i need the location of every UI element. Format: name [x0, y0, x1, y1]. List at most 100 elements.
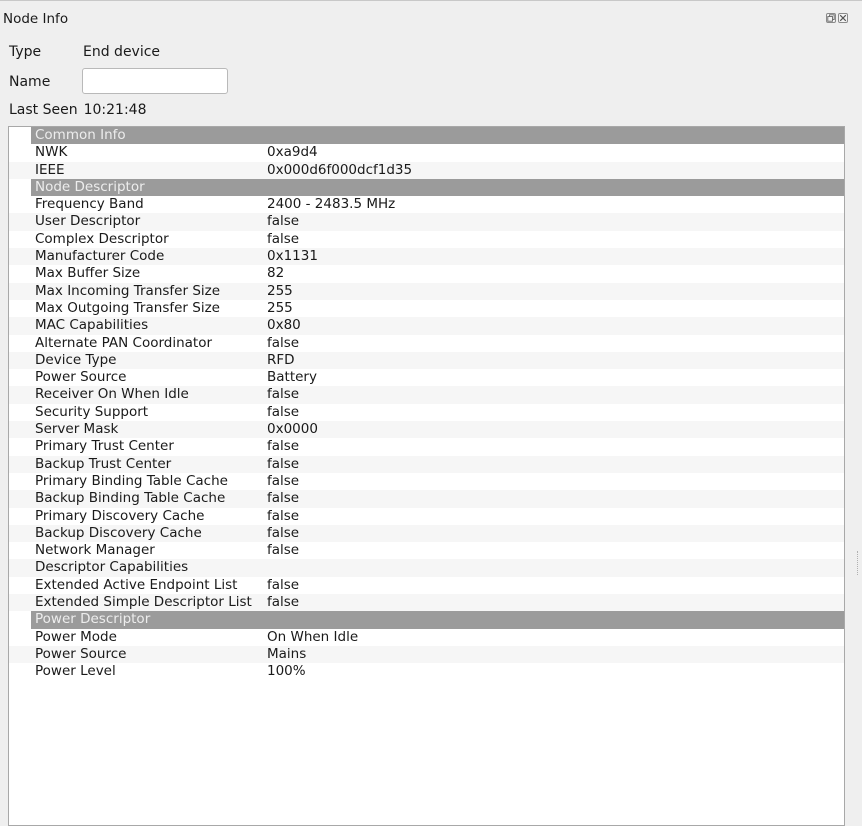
row-value: 0xa9d4	[267, 144, 318, 161]
section-header[interactable]: Node Descriptor	[31, 178, 844, 197]
tree-row[interactable]: Extended Active Endpoint List false	[9, 577, 844, 594]
tree-corner	[14, 129, 27, 142]
row-key: User Descriptor	[35, 213, 141, 230]
section-header[interactable]: Common Info	[31, 127, 844, 145]
tree-row[interactable]: Primary Discovery Cache false	[9, 508, 844, 525]
tree-row[interactable]: Complex Descriptor false	[9, 231, 844, 248]
row-key: Server Mask	[35, 421, 119, 438]
row-value: false	[267, 438, 300, 455]
tree-row[interactable]: IEEE 0x000d6f000dcf1d35	[9, 161, 844, 179]
row-key: Primary Binding Table Cache	[35, 472, 228, 489]
row-key: IEEE	[35, 161, 65, 178]
row-value: 0x0000	[267, 421, 318, 438]
row-value: false	[267, 455, 300, 472]
row-key: Power Level	[35, 663, 116, 680]
tree-row[interactable]: Power Source Battery	[9, 369, 844, 386]
row-value: false	[267, 524, 300, 541]
row-key: Backup Discovery Cache	[35, 524, 202, 541]
row-key: Max Outgoing Transfer Size	[35, 299, 220, 316]
row-key: MAC Capabilities	[35, 317, 149, 334]
tree-row[interactable]: Receiver On When Idle false	[9, 386, 844, 404]
row-key: Max Incoming Transfer Size	[35, 282, 221, 299]
tree-row[interactable]: Manufacturer Code 0x1131	[9, 248, 844, 266]
tree-row[interactable]: Power Source Mains	[9, 645, 844, 664]
row-key: Descriptor Capabilities	[35, 559, 189, 576]
tree-row[interactable]: Extended Simple Descriptor List false	[9, 594, 844, 612]
tree-row[interactable]: Max Incoming Transfer Size 255	[9, 282, 844, 300]
row-key: Max Buffer Size	[35, 265, 141, 282]
row-key: Device Type	[35, 351, 117, 368]
tree-row[interactable]: Frequency Band 2400 - 2483.5 MHz	[9, 196, 844, 213]
tree-row[interactable]: Network Manager false	[9, 542, 844, 559]
row-value: On When Idle	[267, 628, 359, 645]
row-key: Primary Discovery Cache	[35, 507, 205, 524]
splitter-handle[interactable]	[857, 551, 860, 575]
tree-row[interactable]: Backup Discovery Cache false	[9, 524, 844, 543]
row-key: Complex Descriptor	[35, 230, 169, 247]
section-header[interactable]: Power Descriptor	[31, 611, 844, 629]
row-value: false	[267, 542, 300, 559]
row-value: false	[267, 472, 300, 489]
row-key: Power Source	[35, 369, 127, 386]
tree-row[interactable]: Device Type RFD	[9, 351, 844, 370]
tree-row[interactable]: Backup Binding Table Cache false	[9, 490, 844, 508]
tree-row[interactable]: MAC Capabilities 0x80	[9, 317, 844, 335]
row-value: false	[267, 490, 300, 507]
row-value: Battery	[267, 369, 317, 386]
type-value: End device	[83, 44, 161, 60]
tree-row[interactable]: Max Outgoing Transfer Size 255	[9, 300, 844, 317]
row-key: Frequency Band	[35, 196, 144, 213]
row-key: Extended Active Endpoint List	[35, 576, 238, 593]
row-value: 0x000d6f000dcf1d35	[267, 161, 413, 178]
row-key: Receiver On When Idle	[35, 386, 189, 403]
tree-row[interactable]: Backup Trust Center false	[9, 455, 844, 473]
tree-row[interactable]: Security Support false	[9, 404, 844, 421]
row-value: false	[267, 403, 300, 420]
title-bar: Node Info	[0, 1, 862, 29]
tree-row[interactable]: Primary Trust Center false	[9, 438, 844, 455]
row-value: false	[267, 576, 300, 593]
tree-row[interactable]: Descriptor Capabilities	[9, 559, 844, 577]
row-value: false	[267, 230, 300, 247]
type-label: Type	[9, 44, 42, 60]
row-value: 2400 - 2483.5 MHz	[267, 196, 396, 213]
row-key: Extended Simple Descriptor List	[35, 594, 252, 611]
close-icon[interactable]	[838, 13, 848, 23]
row-value: 100%	[267, 663, 306, 680]
tree-row[interactable]: Server Mask 0x0000	[9, 421, 844, 439]
row-key: Backup Trust Center	[35, 455, 172, 472]
row-value: 255	[267, 282, 293, 299]
row-value: false	[267, 213, 300, 230]
window-title: Node Info	[3, 11, 69, 27]
name-input[interactable]	[82, 68, 228, 94]
float-icon[interactable]	[826, 13, 836, 23]
row-value: false	[267, 507, 300, 524]
row-value: Mains	[267, 645, 307, 662]
row-value: 0x1131	[267, 248, 318, 265]
tree-row[interactable]: Alternate PAN Coordinator false	[9, 335, 844, 352]
node-info-window: Node Info Type End device Name Last Seen…	[0, 0, 862, 826]
row-key: Backup Binding Table Cache	[35, 490, 226, 507]
tree-row[interactable]: User Descriptor false	[9, 213, 844, 231]
last-seen-value: 10:21:48	[83, 102, 147, 118]
row-key: Alternate PAN Coordinator	[35, 334, 213, 351]
row-value: false	[267, 334, 300, 351]
tree-row[interactable]: Max Buffer Size 82	[9, 265, 844, 282]
row-key: Power Source	[35, 645, 127, 662]
node-info-tree[interactable]: Common Info NWK 0xa9d4 IEEE 0x000d6f000dcf1d…	[8, 126, 845, 826]
row-key: Manufacturer Code	[35, 248, 165, 265]
row-value: false	[267, 386, 300, 403]
row-value: 82	[267, 265, 285, 282]
row-key: Primary Trust Center	[35, 438, 174, 455]
row-key: Security Support	[35, 403, 149, 420]
row-value: 0x80	[267, 317, 301, 334]
name-label: Name	[9, 74, 51, 90]
row-value: 255	[267, 299, 293, 316]
tree-row[interactable]: Primary Binding Table Cache false	[9, 473, 844, 490]
tree-row[interactable]: Power Mode On When Idle	[9, 629, 844, 646]
row-key: NWK	[35, 144, 68, 161]
tree-row[interactable]: NWK 0xa9d4	[9, 144, 844, 161]
tree-row[interactable]: Power Level 100%	[9, 663, 844, 680]
row-key: Network Manager	[35, 542, 155, 559]
last-seen-label: Last Seen	[9, 102, 78, 118]
